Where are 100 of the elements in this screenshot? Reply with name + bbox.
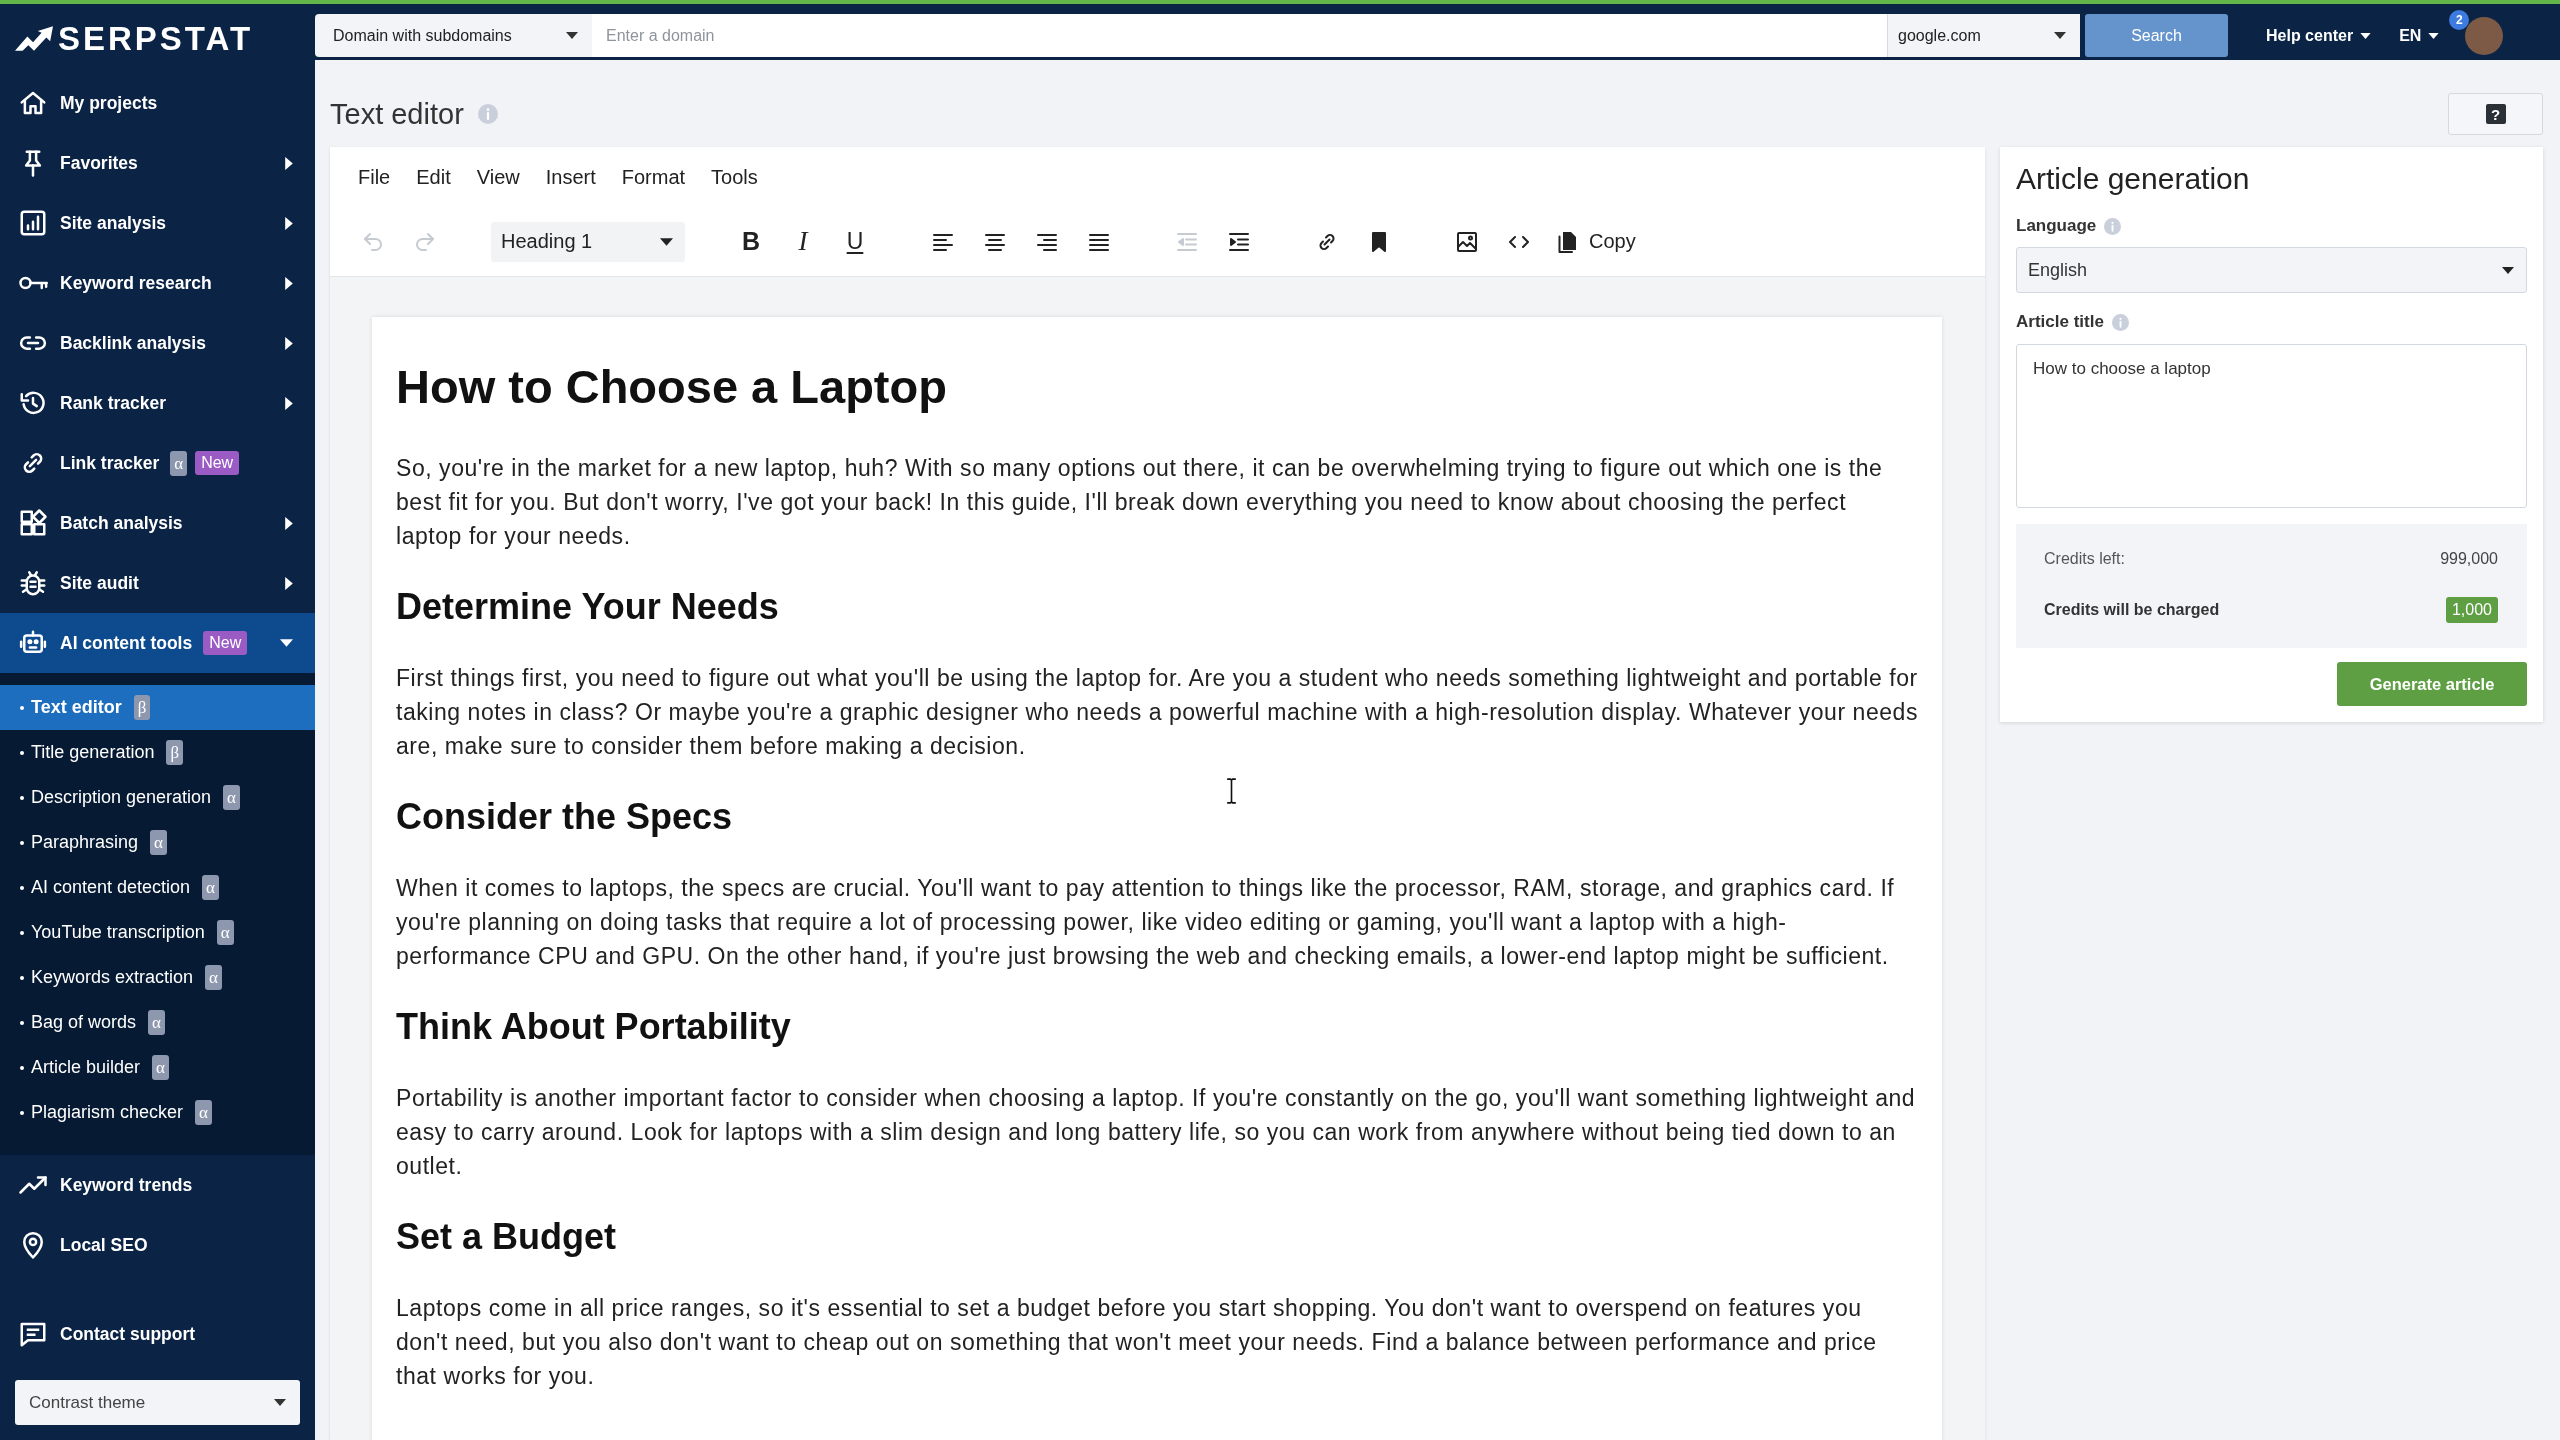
caret-icon — [2054, 32, 2066, 39]
language-menu[interactable]: EN — [2399, 14, 2440, 57]
italic-button[interactable]: I — [781, 221, 825, 262]
stage-badge: α — [148, 1010, 165, 1035]
nav-item[interactable]: Site analysis — [0, 193, 315, 253]
submenu-item[interactable]: Paraphrasing α — [0, 820, 315, 865]
image-icon — [1455, 229, 1479, 254]
charge-badge: 1,000 — [2445, 597, 2498, 623]
new-badge: New — [195, 451, 240, 475]
nav-item[interactable]: Batch analysis — [0, 493, 315, 553]
nav-item[interactable]: AI content tools New — [0, 613, 315, 673]
avatar[interactable] — [2465, 16, 2504, 55]
article-title-field[interactable]: How to choose a laptop — [2016, 344, 2527, 508]
submenu-item[interactable]: Bag of words α — [0, 1000, 315, 1045]
article-heading: How to Choose a Laptop — [396, 359, 947, 415]
stage-badge: α — [216, 920, 234, 945]
info-icon — [2111, 313, 2129, 331]
shapes-icon — [18, 508, 48, 538]
caret-icon — [2360, 32, 2372, 39]
section-heading: Set a Budget — [396, 1215, 617, 1259]
bullet-icon — [20, 975, 24, 980]
credits-value: 999,000 — [2440, 550, 2498, 568]
section-heading: Consider the Specs — [396, 795, 733, 839]
bullet-icon — [20, 795, 24, 800]
credits-label: Credits will be charged — [2044, 601, 2220, 619]
bullet-icon — [20, 750, 24, 755]
bullet-icon — [20, 1065, 24, 1070]
stage-badge: α — [223, 785, 241, 810]
nav-item[interactable]: Rank tracker — [0, 373, 315, 433]
caret-icon — [2428, 32, 2440, 39]
logo-text: SERPSTAT — [58, 22, 254, 55]
stage-badge: α — [202, 875, 220, 900]
text-cursor-icon — [1226, 778, 1237, 804]
info-icon — [2104, 217, 2122, 235]
menu-item[interactable]: Format — [608, 157, 699, 197]
block-format-dropdown[interactable]: Heading 1 — [491, 221, 685, 262]
section-heading: Think About Portability — [396, 1005, 791, 1049]
nav-item[interactable]: Keyword research — [0, 253, 315, 313]
caret-icon — [660, 237, 673, 246]
bullet-icon — [20, 705, 24, 710]
caret-icon — [274, 1399, 286, 1406]
field-label: Article title — [2016, 312, 2104, 332]
bullet-icon — [20, 1110, 24, 1115]
paragraph: When it comes to laptops, the specs are crucial. You'll want to pay attention to things like the processor, RAM, storage, and graphics card. If you're planning on doing tasks that require a lot of processing power, like video editing or gaming, you'll want a laptop with a high-performance CPU and GPU. On the other hand, if you're just browsing the web and checking emails, a lower-end laptop might be sufficient. — [396, 874, 1896, 971]
stage-badge: α — [205, 965, 222, 990]
menu-item[interactable]: Tools — [698, 157, 771, 197]
notification-badge: 2 — [2449, 10, 2470, 30]
stage-badge: α — [195, 1100, 212, 1125]
submenu-item[interactable]: AI content detection α — [0, 865, 315, 910]
stage-badge: α — [152, 1055, 169, 1080]
submenu-item[interactable]: Article builder α — [0, 1045, 315, 1090]
paragraph: First things first, you need to figure out what you'll be using the laptop for. Are you a student who needs something lightweight and portable for taking notes in class? Or maybe you're a graphic designer who needs a powerful machine with a high-resolution display. Whatever your needs are, make sure to consider them before making a decision. — [396, 664, 1918, 761]
language-select[interactable]: English — [2016, 247, 2527, 293]
search-mode-dropdown[interactable]: Domain with subdomains — [315, 14, 592, 57]
menu-item[interactable]: View — [463, 157, 533, 197]
nav-item[interactable]: Favorites — [0, 133, 315, 193]
logo-icon — [15, 26, 53, 51]
paragraph: Laptops come in all price ranges, so it's essential to set a budget before you start shopping. You don't want to overspend on features you don't need, but you also don't want to cheap out on something that won't meet your needs. Find a balance between performance and price that works for you. — [396, 1294, 1878, 1391]
domain-input[interactable]: Enter a domain — [592, 14, 1887, 57]
bullet-icon — [20, 885, 24, 890]
submenu-item[interactable]: Text editor β — [0, 685, 315, 730]
paragraph: So, you're in the market for a new laptop, huh? With so many options out there, it can be overwhelming trying to figure out which one is the best fit for you. But don't worry, I've got your back! In this guide, I'll break down everything you need to know about choosing the perfect laptop for your needs. — [396, 454, 1884, 551]
theme-dropdown[interactable]: Contrast theme — [15, 1380, 300, 1425]
submenu-item[interactable]: YouTube transcription α — [0, 910, 315, 955]
stage-badge: β — [166, 740, 184, 765]
nav-item[interactable]: Local SEO — [0, 1215, 315, 1275]
panel-title: Article generation — [2016, 161, 2251, 197]
nav-item[interactable]: Link tracker α New — [0, 433, 315, 493]
submenu-item[interactable]: Plagiarism checker α — [0, 1090, 315, 1135]
bold-button[interactable]: B — [729, 221, 773, 262]
underline-button[interactable]: U — [833, 221, 877, 262]
menu-item[interactable]: Insert — [532, 157, 609, 197]
caret-icon — [566, 32, 578, 39]
menu-item[interactable]: Edit — [403, 157, 464, 197]
info-icon — [477, 104, 498, 124]
help-center-menu[interactable]: Help center — [2266, 14, 2372, 57]
nav-item[interactable]: My projects — [0, 73, 315, 133]
new-badge: New — [203, 631, 248, 655]
nav-item[interactable]: Site audit — [0, 553, 315, 613]
caret-icon — [2502, 266, 2514, 274]
field-label: Language — [2016, 216, 2097, 236]
bug-icon — [18, 568, 48, 598]
nav-item[interactable]: Keyword trends — [0, 1155, 315, 1215]
page-title: Text editor — [330, 97, 464, 132]
stage-badge: β — [133, 695, 151, 720]
bar-chart-icon — [18, 208, 48, 238]
paragraph: Portability is another important factor to consider when choosing a laptop. If you're constantly on the go, you'll want something lightweight and easy to carry around. Look for laptops with a slim design and long battery life, so you can work from anywhere without being tied down to an outlet. — [396, 1084, 1917, 1181]
database-dropdown[interactable]: google.com — [1887, 14, 2080, 57]
bullet-icon — [20, 840, 24, 845]
submenu-item[interactable]: Description generation α — [0, 775, 315, 820]
help-button[interactable]: ? — [2448, 93, 2543, 135]
submenu-item[interactable]: Keywords extraction α — [0, 955, 315, 1000]
copy-button[interactable]: Copy — [1549, 221, 1642, 262]
contact-support-link[interactable]: Contact support — [0, 1304, 315, 1364]
bullet-icon — [20, 1020, 24, 1025]
credits-label: Credits left: — [2044, 550, 2125, 568]
nav-item[interactable]: Backlink analysis — [0, 313, 315, 373]
bullet-icon — [20, 930, 24, 935]
submenu-item[interactable]: Title generation β — [0, 730, 315, 775]
menu-item[interactable]: File — [345, 157, 404, 197]
